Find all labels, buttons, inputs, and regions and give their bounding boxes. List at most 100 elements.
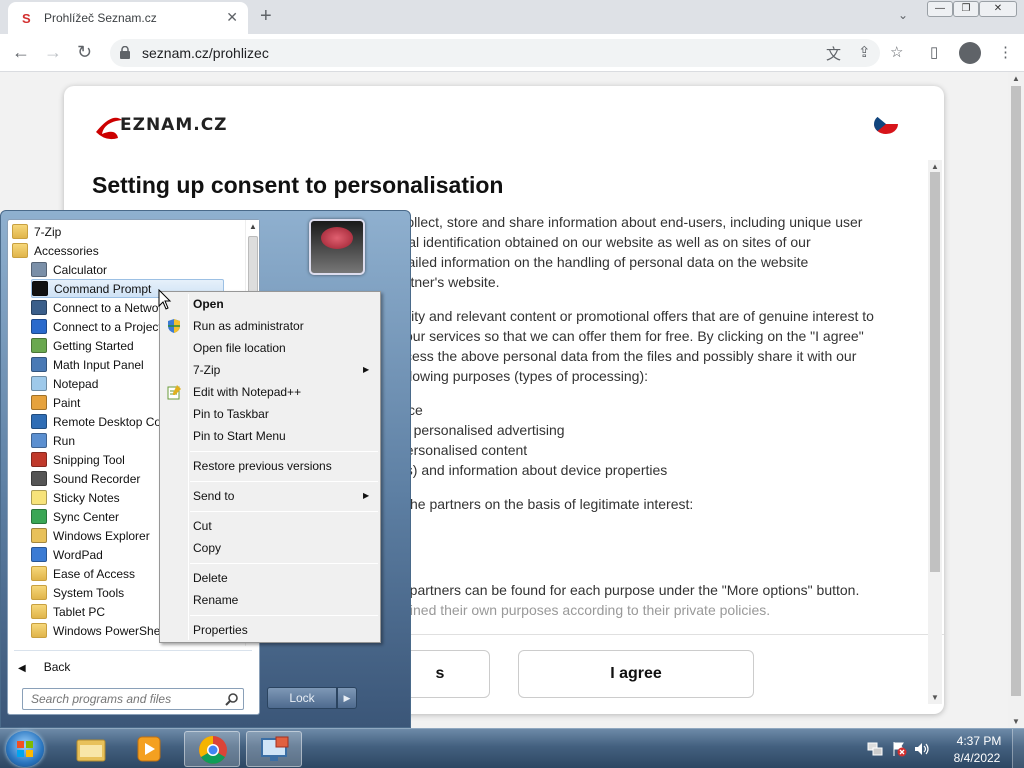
menu-item-send-to[interactable]: Send to — [193, 489, 234, 503]
remote-desktop-icon — [261, 736, 289, 761]
agree-button[interactable]: I agree — [518, 650, 754, 698]
close-window-icon[interactable]: ✕ — [979, 1, 1017, 17]
folder-icon — [31, 604, 47, 619]
program-folder[interactable]: 7-Zip — [12, 222, 242, 241]
chrome-menu-icon[interactable]: ⋮ — [998, 43, 1013, 61]
start-button[interactable] — [6, 731, 44, 767]
taskbar-windows-explorer[interactable] — [64, 731, 120, 767]
restore-window-icon[interactable]: ❐ — [953, 1, 979, 17]
show-desktop-button[interactable] — [1012, 729, 1024, 768]
svg-text:EZNAM.CZ: EZNAM.CZ — [120, 115, 228, 135]
submenu-arrow-icon: ▶ — [363, 491, 370, 500]
menu-item-properties[interactable]: Properties — [193, 623, 248, 637]
scroll-down-icon[interactable]: ▼ — [1012, 717, 1020, 726]
program-label: Command Prompt — [54, 281, 152, 296]
folder-icon — [31, 566, 47, 581]
menu-item-open[interactable]: Open — [193, 297, 224, 311]
chrome-icon — [199, 736, 227, 764]
menu-item-run-as-admin[interactable]: Run as administrator — [193, 319, 304, 333]
menu-item-delete[interactable]: Delete — [193, 571, 228, 585]
menu-item-copy[interactable]: Copy — [193, 541, 221, 555]
profile-avatar-icon[interactable] — [959, 42, 981, 64]
share-icon[interactable]: ⇪ — [858, 43, 871, 61]
tab-close-icon[interactable]: ✕ — [226, 9, 238, 26]
notepad-plus-plus-icon — [167, 385, 181, 400]
czech-flag-icon[interactable] — [874, 114, 898, 134]
clock-time[interactable]: 4:37 PM — [954, 734, 1004, 748]
program-label: Sticky Notes — [53, 490, 120, 505]
paint-icon — [31, 395, 47, 410]
clock-date[interactable]: 8/4/2022 — [950, 751, 1004, 765]
minimize-window-icon[interactable]: — — [927, 1, 953, 17]
scroll-up-icon[interactable]: ▲ — [249, 222, 257, 231]
back-button[interactable]: ◀ Back — [18, 660, 70, 674]
mouse-cursor-icon — [158, 289, 172, 310]
taskbar-media-player[interactable] — [122, 731, 178, 767]
browser-toolbar: ← → ↻ seznam.cz/prohlizec 文 ⇪ ☆ ▯ ⋮ — [0, 34, 1024, 72]
program-label: Calculator — [53, 262, 108, 277]
menu-item-cut[interactable]: Cut — [193, 519, 212, 533]
program-label: Math Input Panel — [53, 357, 144, 372]
scroll-up-icon[interactable]: ▲ — [931, 162, 939, 171]
program-folder[interactable]: Accessories — [12, 241, 242, 260]
scroll-up-icon[interactable]: ▲ — [1012, 74, 1020, 83]
seznam-logo: EZNAM.CZ — [96, 115, 228, 140]
sync-center-icon — [31, 509, 47, 524]
menu-item-pin-start[interactable]: Pin to Start Menu — [193, 429, 286, 443]
taskbar-chrome[interactable] — [184, 731, 240, 767]
context-menu: Open Run as administrator Open file loca… — [159, 291, 381, 643]
lock-button[interactable]: Lock — [267, 687, 337, 709]
program-label: Getting Started — [53, 338, 134, 353]
scrollbar-thumb[interactable] — [930, 172, 940, 572]
page-scrollbar[interactable]: ▲ ▼ — [1008, 72, 1024, 728]
reload-icon[interactable]: ↻ — [77, 42, 92, 62]
folder-icon — [31, 585, 47, 600]
dialog-scrollbar[interactable]: ▲ ▼ — [928, 160, 942, 704]
lock-icon — [120, 46, 130, 59]
program-label: Sound Recorder — [53, 471, 141, 486]
menu-separator — [190, 451, 378, 452]
menu-separator — [190, 563, 378, 564]
program-label: Connect to a Projector — [53, 319, 173, 334]
wordpad-icon — [31, 547, 47, 562]
page-title: Setting up consent to personalisation — [92, 172, 504, 198]
menu-item-open-file-location[interactable]: Open file location — [193, 341, 286, 355]
volume-icon[interactable] — [914, 741, 930, 757]
program-label: WordPad — [53, 547, 103, 562]
translate-icon[interactable]: 文 — [826, 43, 841, 64]
start-search-box[interactable] — [22, 688, 244, 710]
new-tab-icon[interactable]: + — [260, 6, 272, 26]
program-item[interactable]: Calculator — [31, 260, 224, 279]
back-triangle-icon: ◀ — [18, 663, 26, 674]
menu-separator — [190, 615, 378, 616]
scrollbar-thumb[interactable] — [248, 236, 258, 296]
browser-tab[interactable]: S Prohlížeč Seznam.cz ✕ — [8, 2, 248, 34]
bookmark-star-icon[interactable]: ☆ — [890, 43, 903, 61]
menu-item-rename[interactable]: Rename — [193, 593, 238, 607]
action-center-flag-icon[interactable] — [891, 741, 907, 757]
menu-item-7zip[interactable]: 7-Zip — [193, 363, 220, 377]
folder-icon — [12, 243, 28, 258]
back-arrow-icon[interactable]: ← — [12, 42, 30, 62]
calculator-icon — [31, 262, 47, 277]
menu-item-edit-notepadpp[interactable]: Edit with Notepad++ — [193, 385, 301, 399]
menu-item-pin-taskbar[interactable]: Pin to Taskbar — [193, 407, 269, 421]
menu-item-restore-versions[interactable]: Restore previous versions — [193, 459, 332, 473]
search-input[interactable] — [23, 689, 219, 709]
sticky-notes-icon — [31, 490, 47, 505]
program-label: Paint — [53, 395, 81, 410]
scroll-down-icon[interactable]: ▼ — [931, 693, 939, 702]
math-input-icon — [31, 357, 47, 372]
address-bar[interactable]: seznam.cz/prohlizec — [110, 39, 880, 67]
side-panel-icon[interactable]: ▯ — [930, 43, 938, 61]
remote-desktop-icon — [31, 414, 47, 429]
forward-arrow-icon[interactable]: → — [44, 42, 62, 62]
shutdown-options-arrow-icon[interactable]: ▶ — [337, 687, 357, 709]
search-icon[interactable] — [225, 692, 239, 706]
taskbar-remote-app[interactable] — [246, 731, 302, 767]
network-icon[interactable] — [867, 741, 883, 757]
tab-search-chevron-icon[interactable]: ⌄ — [898, 8, 908, 22]
folder-icon — [12, 224, 28, 239]
scrollbar-thumb[interactable] — [1011, 86, 1021, 696]
user-picture[interactable] — [309, 219, 365, 275]
